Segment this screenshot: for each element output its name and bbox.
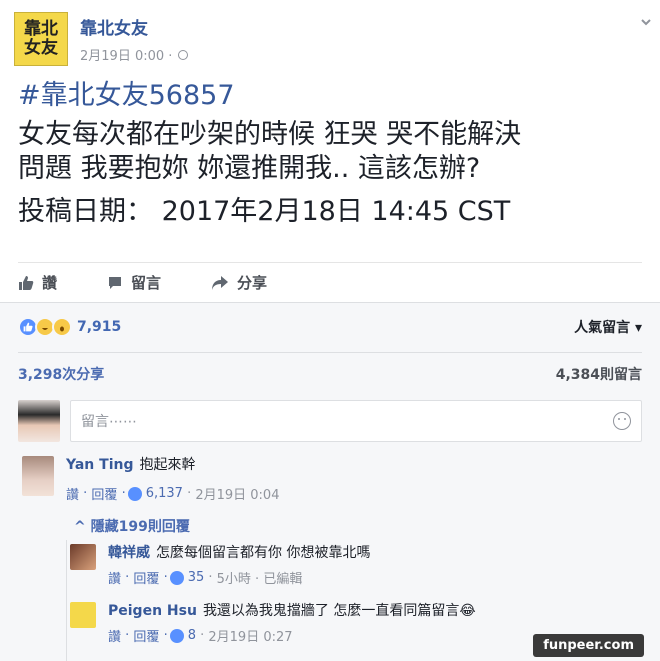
replier-avatar[interactable] (70, 544, 96, 570)
reply-like-count[interactable]: 8 (188, 628, 196, 643)
wow-reaction-icon (52, 317, 72, 337)
stats-row: 3,298次分享 4,384則留言 (18, 364, 642, 384)
post-actions-bar: 讚 留言 分享 (18, 262, 642, 302)
replier-avatar[interactable] (70, 602, 96, 628)
logo-text-top: 靠北 (24, 19, 58, 39)
comment-input-placeholder: 留言⋯⋯ (81, 414, 137, 430)
commenter-name[interactable]: Yan Ting (66, 457, 133, 473)
comment-like-count[interactable]: 6,137 (146, 486, 183, 501)
reply-time[interactable]: 2月19日 0:27 (208, 626, 292, 645)
comment-like-button[interactable]: 讚 (66, 484, 79, 503)
comment-reply-button[interactable]: 回覆 (91, 484, 117, 503)
reply-text: 怎麼每個留言都有你 你想被靠北嗎 (156, 545, 371, 561)
reply-time[interactable]: 5小時 · 已編輯 (217, 568, 303, 587)
comment-time[interactable]: 2月19日 0:04 (195, 484, 279, 503)
reply-like-button[interactable]: 讚 (108, 626, 121, 645)
share-count-link[interactable]: 3,298次分享 (18, 364, 104, 384)
comment-count: 4,384則留言 (555, 367, 642, 383)
like-badge-icon (169, 570, 184, 585)
post-header: 靠北 女友 靠北女友 2月19日 0:00 · (14, 12, 189, 66)
post-text-line2: 問題 我要抱妳 妳還推開我.. 這該怎辦? (18, 153, 481, 184)
thumbs-up-icon (19, 275, 34, 290)
comment-label: 留言 (131, 274, 162, 292)
replier-name[interactable]: 韓祥威 (108, 545, 150, 561)
reply-reply-button[interactable]: 回覆 (133, 568, 159, 587)
reply-reply-button[interactable]: 回覆 (133, 626, 159, 645)
sort-label: 人氣留言 (574, 320, 631, 336)
reply-text: 我還以為我鬼擋牆了 怎麼一直看同篇留言😂 (202, 603, 476, 619)
comment-text: 抱起來幹 (139, 457, 196, 473)
post-text-line1: 女友每次都在吵架的時候 狂哭 哭不能解決 (18, 119, 522, 150)
reaction-count: 7,915 (77, 319, 122, 335)
commenter-avatar[interactable] (22, 456, 54, 496)
globe-icon (178, 49, 189, 60)
reply-item: Peigen Hsu 我還以為我鬼擋牆了 怎麼一直看同篇留言😂 讚 · 回覆 · … (70, 602, 476, 645)
like-badge-icon (169, 628, 184, 643)
comment-item: Yan Ting 抱起來幹 讚 · 回覆 · 6,137 · 2月19日 0:04 (22, 456, 279, 503)
divider (18, 352, 642, 353)
share-button[interactable]: 分享 (211, 272, 267, 293)
comment-composer: 留言⋯⋯ (18, 398, 642, 444)
reply-like-count[interactable]: 35 (188, 570, 205, 585)
post-hashtag[interactable]: #靠北女友56857 (18, 78, 642, 114)
page-name-link[interactable]: 靠北女友 (80, 14, 188, 39)
reply-thread-line (66, 540, 67, 661)
replier-name[interactable]: Peigen Hsu (108, 603, 197, 619)
comment-button[interactable]: 留言 (107, 272, 161, 293)
post-timestamp[interactable]: 2月19日 0:00 · (80, 45, 172, 64)
like-label: 讚 (42, 274, 58, 292)
reply-like-button[interactable]: 讚 (108, 568, 121, 587)
watermark: funpeer.com (533, 634, 644, 657)
emoji-icon[interactable] (613, 412, 631, 430)
user-avatar (18, 400, 60, 442)
post-submit-date: 投稿日期： 2017年2月18日 14:45 CST (18, 196, 511, 227)
sort-comments-dropdown[interactable]: 人氣留言 ▾ (574, 317, 642, 337)
like-badge-icon (127, 486, 142, 501)
logo-text-bottom: 女友 (24, 38, 58, 58)
reactions-summary[interactable]: 7,915 人氣留言 ▾ (18, 312, 642, 342)
like-button[interactable]: 讚 (18, 272, 57, 293)
post-content: #靠北女友56857 女友每次都在吵架的時候 狂哭 哭不能解決 問題 我要抱妳 … (18, 78, 642, 230)
share-arrow-icon (212, 275, 229, 290)
share-label: 分享 (237, 274, 268, 292)
reply-item: 韓祥威 怎麼每個留言都有你 你想被靠北嗎 讚 · 回覆 · 35 · 5小時 · … (70, 544, 370, 587)
chevron-down-icon[interactable] (640, 16, 652, 28)
hide-replies-toggle[interactable]: ^ 隱藏199則回覆 (74, 516, 190, 536)
comment-input[interactable]: 留言⋯⋯ (70, 400, 642, 442)
page-logo[interactable]: 靠北 女友 (14, 12, 68, 66)
comment-icon (109, 276, 122, 289)
